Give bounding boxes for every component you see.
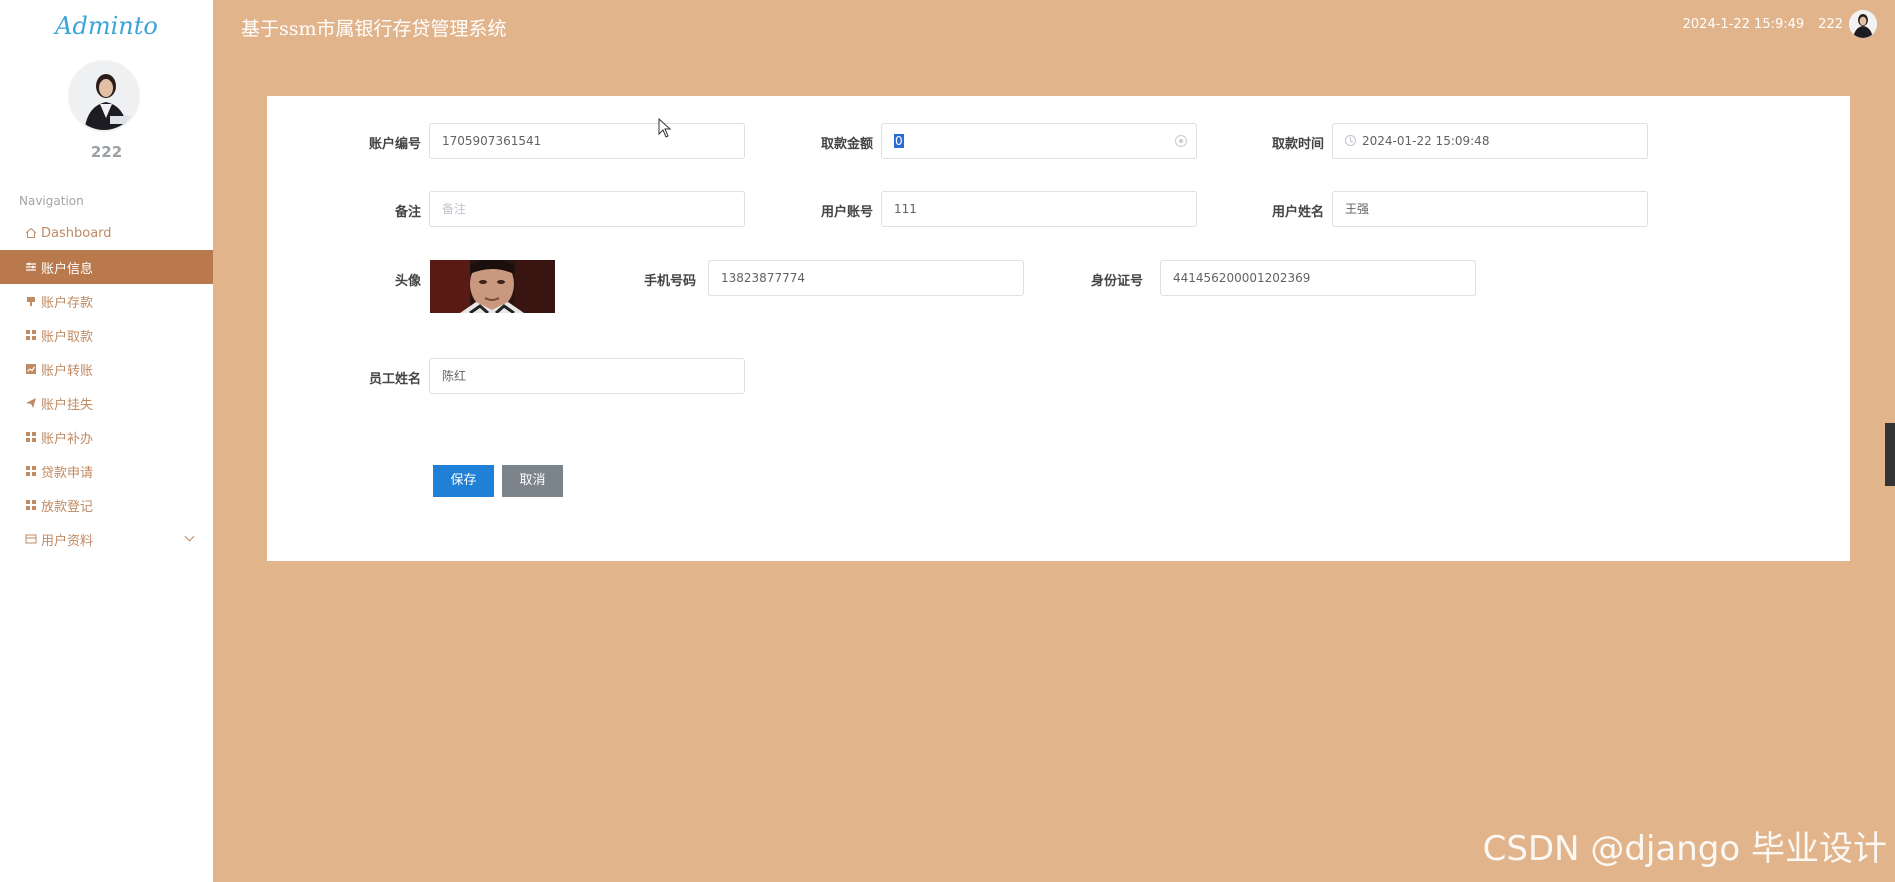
cancel-button[interactable]: 取消 [502,465,563,497]
grid-icon [25,431,37,443]
sidebar-item-user-profile[interactable]: 用户资料 [0,522,213,556]
header-username[interactable]: 222 [1818,17,1843,32]
amount-label: 取款金额 [820,137,873,152]
card-icon [25,533,37,545]
deposit-icon [25,295,37,307]
clock-icon [1345,135,1356,146]
time-label: 取款时间 [1271,137,1324,152]
header-datetime: 2024-1-22 15:9:49 [1682,16,1805,32]
sliders-icon [25,261,37,273]
app-title: 基于ssm市属银行存贷管理系统 [241,18,507,40]
sidebar: Adminto 222 Navigation Dashboard 账户信息 账户… [0,0,213,882]
grid-icon [25,465,37,477]
sidebar-item-label: Dashboard [41,225,112,241]
sidebar-username: 222 [90,143,123,161]
id-card-label: 身份证号 [1090,274,1143,289]
phone-label: 手机号码 [643,274,696,289]
chart-icon [25,363,37,375]
sidebar-item-label: 用户资料 [41,533,94,549]
amount-value: 0 [894,134,904,148]
user-name-label: 用户姓名 [1271,205,1324,220]
remark-input[interactable]: 备注 [429,191,745,227]
sidebar-item-label: 账户补办 [41,431,94,447]
phone-input[interactable]: 13823877774 [708,260,1024,296]
staff-name-label: 员工姓名 [368,372,421,387]
nav-title: Navigation [19,194,84,208]
app-logo[interactable]: Adminto [0,12,213,40]
sidebar-item-transfer[interactable]: 账户转账 [0,352,213,386]
user-name-input[interactable]: 王强 [1332,191,1648,227]
time-value: 2024-01-22 15:09:48 [1362,134,1490,148]
sidebar-item-label: 账户转账 [41,363,94,379]
sidebar-item-account-info[interactable]: 账户信息 [0,250,213,284]
withdraw-form-card: 账户编号 1705907361541 取款金额 0 取款时间 2024-01-2… [267,96,1850,561]
time-picker[interactable]: 2024-01-22 15:09:48 [1332,123,1648,159]
user-avatar-photo[interactable] [430,260,555,313]
sidebar-item-label: 账户取款 [41,329,94,345]
user-account-input[interactable]: 111 [881,191,1197,227]
sidebar-item-label: 贷款申请 [41,465,94,481]
save-button[interactable]: 保存 [433,465,494,497]
sidebar-item-report-loss[interactable]: 账户挂失 [0,386,213,420]
account-no-label: 账户编号 [368,137,421,152]
account-no-input[interactable]: 1705907361541 [429,123,745,159]
remark-label: 备注 [394,205,421,220]
avatar-label: 头像 [394,274,421,289]
home-icon [25,227,37,239]
header-avatar[interactable] [1849,10,1877,38]
amount-input[interactable]: 0 [881,123,1197,159]
sidebar-avatar[interactable] [68,60,140,132]
side-settings-tab[interactable] [1885,423,1895,486]
chevron-down-icon [184,531,195,542]
grid-icon [25,499,37,511]
sidebar-item-deposit[interactable]: 账户存款 [0,284,213,318]
send-icon [25,397,37,409]
staff-name-input[interactable]: 陈红 [429,358,745,394]
sidebar-nav: Dashboard 账户信息 账户存款 账户取款 账户转账 账户挂失 账户补办 … [0,216,213,556]
sidebar-item-loan-apply[interactable]: 贷款申请 [0,454,213,488]
sidebar-item-label: 放款登记 [41,499,94,515]
stepper-icon[interactable] [1175,135,1187,147]
sidebar-item-label: 账户信息 [41,261,94,277]
sidebar-item-dashboard[interactable]: Dashboard [0,216,213,250]
top-user-area: 2024-1-22 15:9:49 222 [1683,10,1877,38]
mouse-cursor-icon [658,117,672,142]
sidebar-item-withdraw[interactable]: 账户取款 [0,318,213,352]
sidebar-item-reissue[interactable]: 账户补办 [0,420,213,454]
sidebar-item-label: 账户挂失 [41,397,94,413]
watermark-text: CSDN @django 毕业设计 [1482,829,1887,869]
sidebar-item-label: 账户存款 [41,295,94,311]
id-card-input[interactable]: 441456200001202369 [1160,260,1476,296]
user-account-label: 用户账号 [820,205,873,220]
sidebar-item-loan-register[interactable]: 放款登记 [0,488,213,522]
grid-icon [25,329,37,341]
